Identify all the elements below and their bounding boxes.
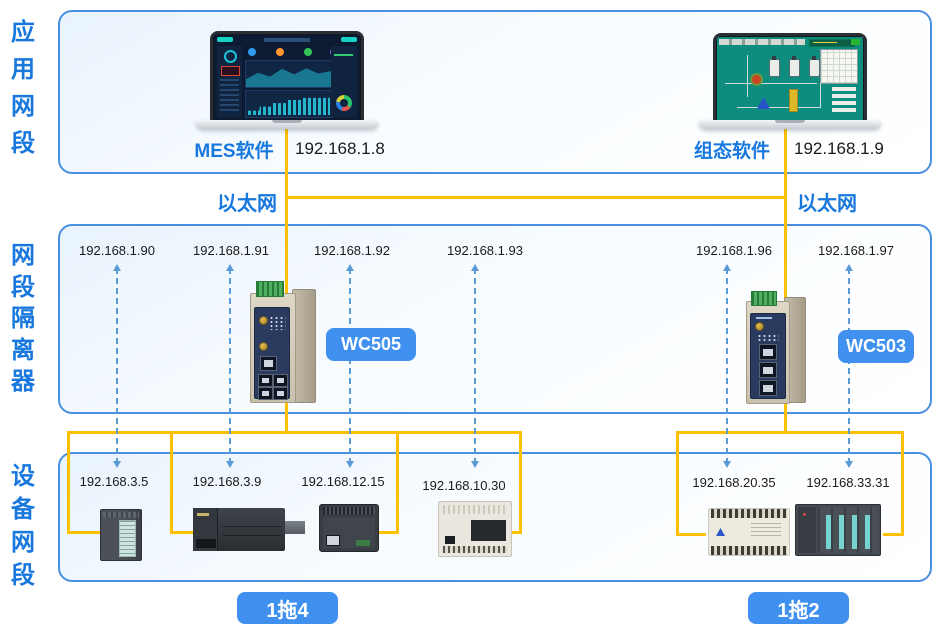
- group-label-1to2: 1拖2: [748, 592, 849, 624]
- wc503-model-badge: WC503: [838, 330, 914, 363]
- mapped-ip-label-5: 192.168.1.96: [696, 243, 772, 258]
- lan-drop-line: [519, 431, 522, 534]
- section-label-isolator: 网段隔离器: [8, 240, 38, 398]
- mapped-ip-label-4: 192.168.1.93: [447, 243, 523, 258]
- mes-laptop-base: [196, 120, 378, 129]
- plc-s71200: [319, 504, 379, 552]
- scada-laptop-base: [699, 120, 881, 129]
- plc-mitsubishi-fx: [438, 501, 512, 557]
- plc-s7300-io-module: [100, 509, 142, 561]
- nat-mapping-arrow-3: [349, 268, 351, 464]
- scada-laptop-screen: [713, 33, 867, 120]
- nat-mapping-arrow-2: [229, 268, 231, 464]
- scada-ip-label: 192.168.1.9: [794, 139, 884, 159]
- nat-mapping-arrow-5: [726, 268, 728, 464]
- lan-drop-line: [901, 431, 904, 536]
- section-label-device: 设备网段: [8, 460, 38, 592]
- lan-stub-line: [883, 533, 904, 536]
- device-ip-label-3: 192.168.12.15: [301, 474, 384, 489]
- plc-delta-dvp: [708, 508, 790, 556]
- scada-laptop: [699, 33, 881, 129]
- device-ip-label-2: 192.168.3.9: [193, 474, 262, 489]
- mapped-ip-label-3: 192.168.1.92: [314, 243, 390, 258]
- mes-ip-label: 192.168.1.8: [295, 139, 385, 159]
- group-label-1to4: 1拖4: [237, 592, 338, 624]
- device-ip-label-6: 192.168.33.31: [806, 475, 889, 490]
- plc-s7200: [193, 508, 307, 551]
- mes-software-label: MES软件: [186, 136, 282, 163]
- ethernet-label-right: 以太网: [797, 187, 857, 216]
- lan-stub-line: [377, 531, 399, 534]
- wc505-model-badge: WC505: [326, 328, 416, 361]
- lan-drop-line: [396, 431, 399, 534]
- wc505-gateway-device: [250, 281, 316, 402]
- network-topology-diagram: 应用网段 网段隔离器 设备网段 以太网 以太网: [0, 0, 939, 634]
- nat-mapping-arrow-4: [474, 268, 476, 464]
- lan-stub-line: [676, 533, 706, 536]
- lan-drop-line: [676, 431, 679, 536]
- mes-laptop-screen: [210, 31, 364, 120]
- mapped-ip-label-1: 192.168.1.90: [79, 243, 155, 258]
- wc503-gateway-device: [746, 291, 806, 402]
- lan-bus-line-wc503: [676, 431, 904, 434]
- nat-mapping-arrow-1: [116, 268, 118, 464]
- mapped-ip-label-6: 192.168.1.97: [818, 243, 894, 258]
- scada-software-label: 组态软件: [688, 136, 776, 163]
- nat-mapping-arrow-6: [848, 268, 850, 464]
- device-ip-label-1: 192.168.3.5: [80, 474, 149, 489]
- mes-laptop: [196, 31, 378, 129]
- mapped-ip-label-2: 192.168.1.91: [193, 243, 269, 258]
- ethernet-bus-line: [285, 196, 787, 199]
- lan-stub-line: [67, 531, 103, 534]
- plc-s7300-rack: [795, 504, 881, 556]
- device-ip-label-4: 192.168.10.30: [422, 478, 505, 493]
- device-ip-label-5: 192.168.20.35: [692, 475, 775, 490]
- lan-drop-line: [170, 431, 173, 534]
- lan-bus-line-wc505: [67, 431, 522, 434]
- lan-drop-line: [67, 431, 70, 534]
- section-label-application: 应用网段: [8, 14, 38, 162]
- ethernet-label-left: 以太网: [217, 187, 277, 216]
